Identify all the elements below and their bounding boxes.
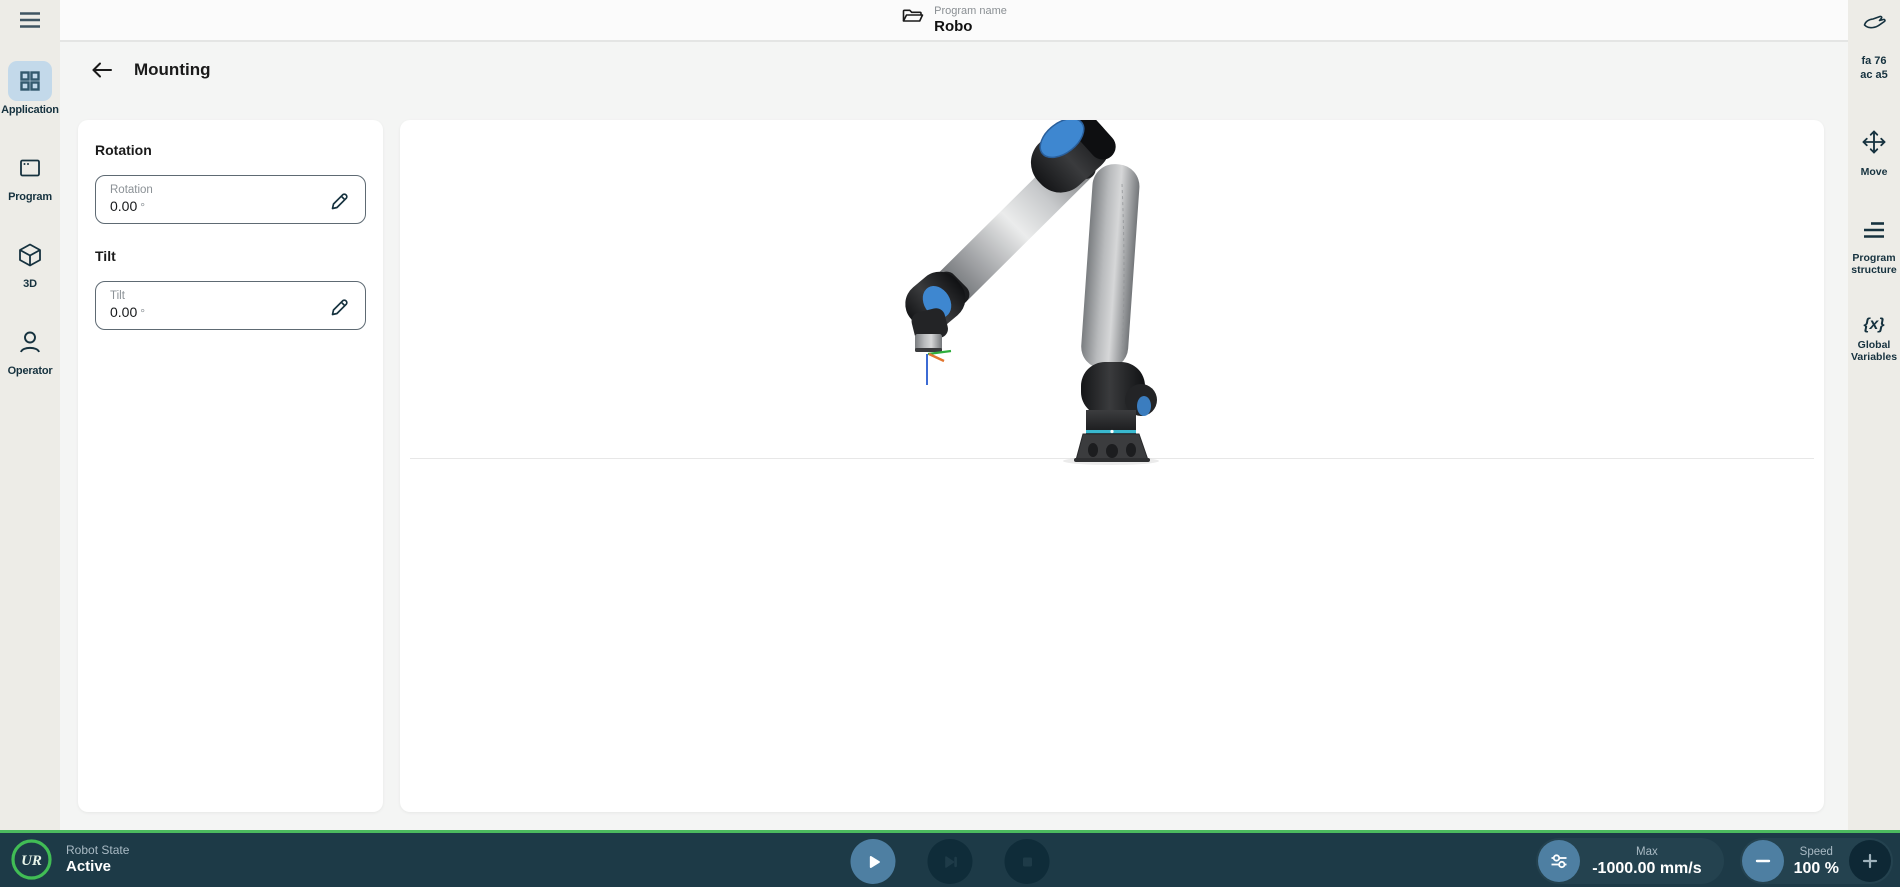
transport-controls: [851, 839, 1050, 884]
speed-decrease-button[interactable]: [1742, 840, 1784, 882]
sidebar-item-label: Program structure: [1848, 252, 1900, 276]
tilt-unit: °: [140, 306, 145, 320]
stop-icon: [1015, 850, 1039, 874]
rotation-field-label: Rotation: [110, 183, 321, 197]
robot-state-value: Active: [66, 858, 129, 876]
speed-adjust-pill: Speed 100 %: [1740, 838, 1893, 884]
speed-increase-button[interactable]: [1849, 840, 1891, 882]
main-content: Mounting Rotation Rotation 0.00° Tilt Ti…: [60, 44, 1848, 830]
step-button[interactable]: [928, 839, 973, 884]
sidebar-item-move[interactable]: Move: [1848, 128, 1900, 178]
max-value: -1000.00 mm/s: [1592, 859, 1701, 878]
robot-state-label: Robot State: [66, 843, 129, 858]
rotation-field-value: 0.00°: [110, 197, 321, 216]
sidebar-item-program[interactable]: Program: [0, 148, 60, 203]
plus-icon: [1860, 851, 1880, 871]
status-code-line2: ac a5: [1848, 68, 1900, 82]
sidebar-item-label: Application: [0, 104, 60, 116]
tilt-edit-button[interactable]: [329, 294, 353, 318]
bottom-bar: UR Robot State Active: [0, 830, 1900, 887]
sidebar-item-label: Operator: [0, 365, 60, 377]
left-nav: Application Program 3: [0, 61, 60, 377]
hand-guide-button[interactable]: [1848, 13, 1900, 42]
move-arrows-icon: [1860, 128, 1888, 156]
list-icon: [1861, 218, 1887, 242]
section-heading-rotation: Rotation: [95, 142, 366, 158]
robot-state-block[interactable]: UR Robot State Active: [10, 838, 129, 881]
tilt-field-label: Tilt: [110, 289, 321, 303]
person-icon: [16, 328, 44, 356]
page-title: Mounting: [134, 60, 210, 80]
folder-open-icon: [901, 5, 925, 29]
left-sidebar: Application Program 3: [0, 0, 60, 830]
grid-icon: [17, 68, 43, 94]
skip-icon: [938, 850, 962, 874]
rotation-edit-button[interactable]: [329, 188, 353, 212]
cube-icon: [16, 241, 44, 269]
play-button[interactable]: [851, 839, 896, 884]
max-speed-pill: Max -1000.00 mm/s: [1536, 838, 1723, 884]
play-icon: [862, 851, 884, 873]
status-code-line1: fa 76: [1848, 54, 1900, 68]
sidebar-item-label: 3D: [0, 278, 60, 290]
status-code: fa 76 ac a5: [1848, 54, 1900, 82]
sidebar-item-application[interactable]: Application: [0, 61, 60, 116]
pencil-icon: [329, 188, 353, 212]
mounting-settings-card: Rotation Rotation 0.00° Tilt Tilt 0.00°: [78, 120, 383, 812]
ur-logo: UR: [10, 838, 53, 881]
speed-settings-button[interactable]: [1538, 840, 1580, 882]
section-heading-tilt: Tilt: [95, 248, 366, 264]
tilt-field-value: 0.00°: [110, 303, 321, 322]
minus-icon: [1753, 851, 1773, 871]
speed-value: 100 %: [1794, 859, 1839, 878]
sidebar-item-3d[interactable]: 3D: [0, 235, 60, 290]
page-header: Mounting: [90, 60, 210, 80]
robot-3d-view[interactable]: [400, 120, 1824, 812]
hamburger-icon: [17, 9, 43, 31]
program-name-label: Program name: [934, 5, 1007, 18]
speed-controls: Max -1000.00 mm/s Speed 100 %: [1536, 838, 1893, 884]
sidebar-item-global-variables[interactable]: {x} Global Variables: [1848, 316, 1900, 363]
program-name-block[interactable]: Program name Robo: [901, 5, 1007, 35]
back-button[interactable]: [90, 60, 114, 80]
rotation-field[interactable]: Rotation 0.00°: [95, 175, 366, 224]
hand-icon: [1861, 13, 1887, 37]
hamburger-menu-button[interactable]: [0, 0, 60, 31]
stop-button[interactable]: [1005, 839, 1050, 884]
braces-x-icon: {x}: [1848, 316, 1900, 334]
sidebar-item-operator[interactable]: Operator: [0, 322, 60, 377]
sliders-icon: [1547, 849, 1571, 873]
svg-text:UR: UR: [21, 853, 42, 869]
back-arrow-icon: [90, 60, 114, 80]
pencil-icon: [329, 294, 353, 318]
program-name: Robo: [934, 18, 1007, 35]
tilt-field[interactable]: Tilt 0.00°: [95, 281, 366, 330]
window-icon: [17, 155, 43, 181]
max-label: Max: [1592, 845, 1701, 859]
speed-label: Speed: [1794, 845, 1839, 859]
robot-arm-3d: [890, 120, 1180, 466]
sidebar-item-label: Global Variables: [1848, 339, 1900, 363]
sidebar-item-program-structure[interactable]: Program structure: [1848, 218, 1900, 276]
right-sidebar: fa 76 ac a5 Move Program structure {x} G…: [1848, 0, 1900, 830]
top-header: Program name Robo: [60, 0, 1848, 42]
rotation-unit: °: [140, 200, 145, 214]
sidebar-item-label: Move: [1848, 166, 1900, 178]
sidebar-item-label: Program: [0, 191, 60, 203]
